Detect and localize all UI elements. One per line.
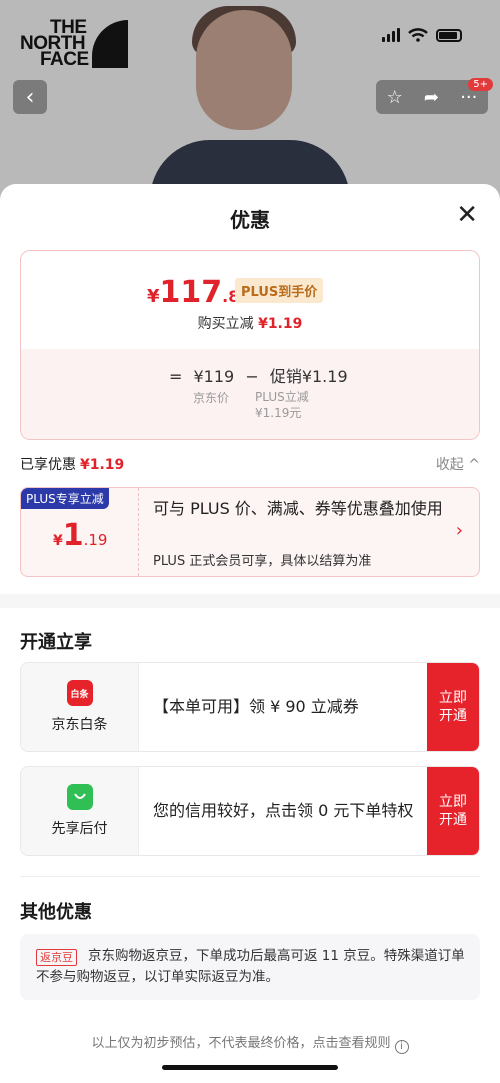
jingdou-rebate-card: 返京豆 京东购物返京豆，下单成功后最高可返 11 京豆。特殊渠道订单不参与购物返… <box>20 934 480 1000</box>
close-icon[interactable]: ✕ <box>456 202 478 228</box>
service-name: 先享后付 <box>51 821 108 837</box>
service-offer-text: 您的信用较好，点击领 0 元下单特权 <box>153 801 414 820</box>
battery-icon <box>436 28 462 42</box>
star-icon[interactable]: ☆ <box>387 87 403 108</box>
other-section-title: 其他优惠 <box>20 902 92 923</box>
collapse-button[interactable]: 收起 ^ <box>436 454 480 474</box>
plus-discount-description: 可与 PLUS 价、满减、券等优惠叠加使用 <box>153 499 443 518</box>
shopping-bag-icon <box>66 784 93 810</box>
service-offer-text: 【本单可用】领 ¥ 90 立减券 <box>153 697 359 716</box>
buy-reduce-line: 购买立减 ¥1.19 <box>197 316 303 332</box>
pay-later-service-card: 先享后付 您的信用较好，点击领 0 元下单特权 立即开通 <box>20 766 480 856</box>
plus-price-tag: PLUS到手价 <box>235 278 324 303</box>
back-button[interactable]: ‹ <box>13 80 47 114</box>
open-now-button[interactable]: 立即开通 <box>427 663 479 751</box>
sheet-title: 优惠 <box>230 208 270 232</box>
baitiao-service-card: 白条 京东白条 【本单可用】领 ¥ 90 立减券 立即开通 <box>20 662 480 752</box>
jingdou-rebate-text: 京东购物返京豆，下单成功后最高可返 11 京豆。特殊渠道订单不参与购物返豆，以订… <box>36 948 465 985</box>
home-indicator <box>162 1065 338 1070</box>
plus-exclusive-tag: PLUS专享立减 <box>21 488 109 509</box>
chevron-left-icon: ‹ <box>25 84 35 110</box>
model-face <box>196 10 292 130</box>
plus-discount-note: PLUS 正式会员可享，具体以结算为准 <box>153 554 372 569</box>
price-summary-card: ¥117.81 PLUS到手价 购买立减 ¥1.19 = ¥119 − 促销¥1… <box>20 250 480 440</box>
open-now-button[interactable]: 立即开通 <box>427 767 479 855</box>
chevron-right-icon: › <box>455 520 463 541</box>
plus-discount-amount: ¥1.19 <box>53 518 108 553</box>
jd-price-label: 京东价 <box>193 391 230 405</box>
signal-icon <box>382 28 400 42</box>
price-formula: = ¥119 − 促销¥1.19 <box>169 367 348 386</box>
section-separator <box>20 876 480 877</box>
wifi-icon <box>408 28 428 42</box>
share-icon[interactable]: ➦ <box>424 87 439 108</box>
open-section-title: 开通立享 <box>20 632 92 653</box>
service-name: 京东白条 <box>51 717 108 733</box>
status-bar <box>382 28 462 42</box>
section-divider <box>0 594 500 608</box>
rules-note[interactable]: 以上仅为初步预估，不代表最终价格，点击查看规则 i <box>0 1032 500 1054</box>
enjoyed-discount-row: 已享优惠 ¥1.19 收起 ^ <box>20 454 480 474</box>
plus-discount-card[interactable]: PLUS专享立减 ¥1.19 可与 PLUS 价、满减、券等优惠叠加使用 PLU… <box>20 487 480 577</box>
baitiao-icon: 白条 <box>66 680 93 706</box>
info-icon[interactable]: i <box>394 1040 409 1054</box>
discount-sheet: 优惠 ✕ ¥117.81 PLUS到手价 购买立减 ¥1.19 = ¥119 −… <box>0 184 500 1083</box>
brand-logo: THE NORTH FACE <box>20 17 89 70</box>
plus-reduce-label: PLUS立减 ¥1.19元 <box>255 390 309 420</box>
message-count-badge: 5+ <box>468 78 493 91</box>
